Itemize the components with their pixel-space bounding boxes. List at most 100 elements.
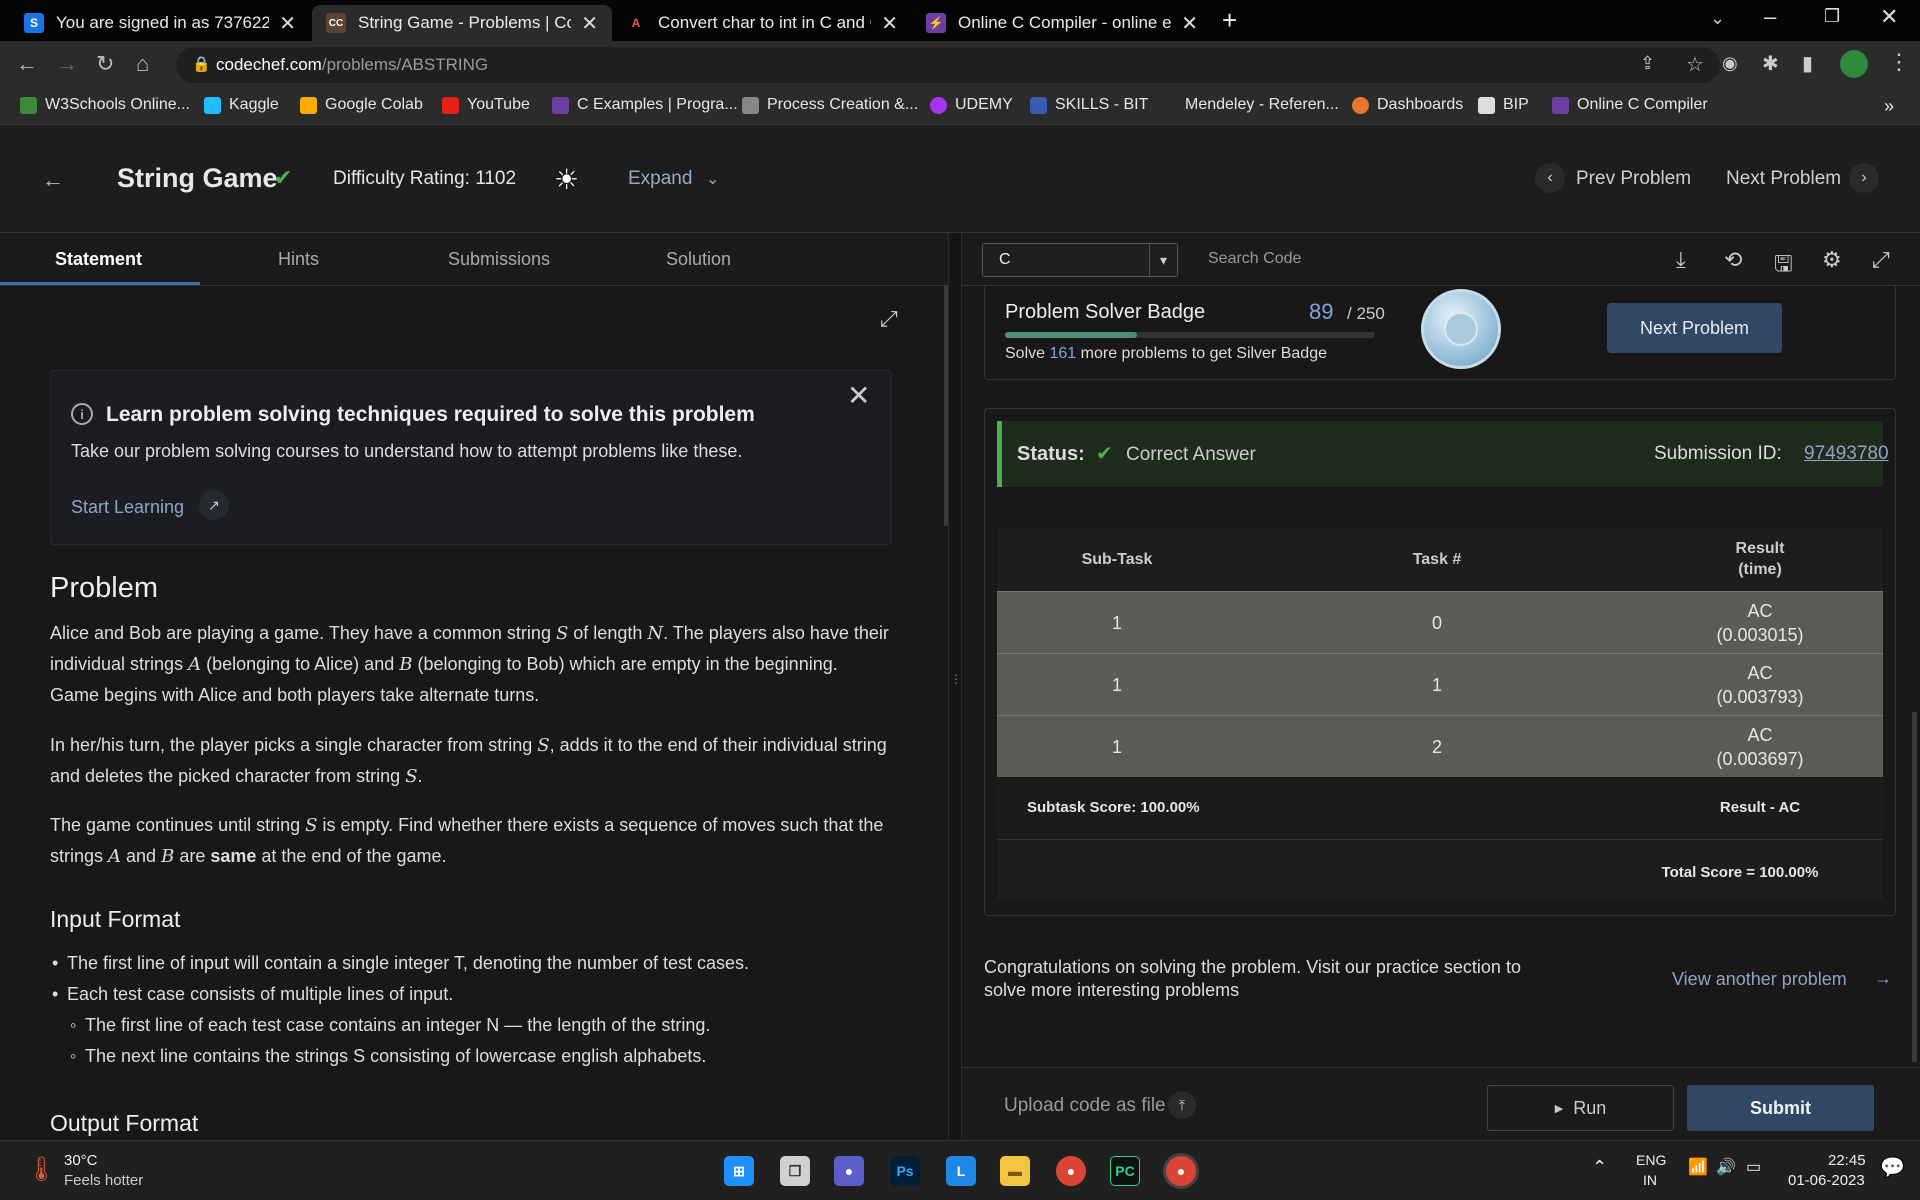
right-scrollbar[interactable] xyxy=(1912,712,1917,1062)
profile-avatar[interactable] xyxy=(1840,50,1868,78)
external-arrow-icon[interactable]: ↗ xyxy=(199,490,229,520)
restore-icon[interactable]: ❐ xyxy=(1824,6,1840,27)
l-app-icon[interactable]: L xyxy=(946,1156,976,1186)
close-icon[interactable]: ✕ xyxy=(847,379,870,412)
reset-code-icon[interactable]: ⟲ xyxy=(1724,247,1742,273)
clock-time[interactable]: 22:45 xyxy=(1828,1152,1866,1169)
reload-icon[interactable]: ↻ xyxy=(96,51,114,77)
expand-button[interactable]: Expand xyxy=(628,168,692,190)
start-learning-link[interactable]: Start Learning xyxy=(71,497,184,518)
puzzle-extensions-icon[interactable]: ✱ xyxy=(1762,51,1779,76)
submit-button[interactable]: Submit xyxy=(1687,1085,1874,1131)
chrome-profile-icon[interactable]: ● xyxy=(1166,1156,1196,1186)
side-panel-icon[interactable]: ▮ xyxy=(1802,51,1813,76)
view-another-problem-link[interactable]: View another problem xyxy=(1672,969,1847,990)
tray-chevron-up-icon[interactable]: ⌃ xyxy=(1592,1157,1607,1178)
col-result: Result xyxy=(1735,540,1785,557)
bookmark-item[interactable]: Dashboards xyxy=(1352,96,1463,114)
arrow-right-icon[interactable]: → xyxy=(1874,968,1892,989)
close-tab-icon[interactable]: ✕ xyxy=(881,11,898,36)
save-icon[interactable]: 🖫 xyxy=(1774,247,1793,285)
browser-tab[interactable]: S You are signed in as 7376222CB1 ✕ xyxy=(10,5,310,41)
browser-tab[interactable]: A Convert char to int in C and C++ ✕ xyxy=(612,5,912,41)
close-tab-icon[interactable]: ✕ xyxy=(279,11,296,36)
run-button[interactable]: ▶ Run xyxy=(1487,1085,1674,1131)
fullscreen-expand-icon[interactable]: ⤢ xyxy=(880,306,898,332)
close-window-icon[interactable]: ✕ xyxy=(1880,4,1898,30)
notification-icon[interactable]: 💬 xyxy=(1880,1155,1905,1180)
next-problem-link[interactable]: Next Problem xyxy=(1726,168,1841,190)
promo-text: Take our problem solving courses to unde… xyxy=(71,441,743,461)
extension-icon[interactable]: ◉ xyxy=(1722,53,1738,74)
bookmark-item[interactable]: YouTube xyxy=(442,96,530,114)
share-icon[interactable]: ⇪ xyxy=(1640,53,1655,74)
chevron-left-icon[interactable]: ‹ xyxy=(1535,163,1565,193)
windows-start-icon[interactable]: ⊞ xyxy=(724,1156,754,1186)
bookmark-item[interactable]: Process Creation &... xyxy=(742,96,918,114)
language-select[interactable]: C ▾ xyxy=(982,243,1178,277)
forward-icon[interactable]: → xyxy=(56,51,78,77)
bookmark-item[interactable]: SKILLS - BIT xyxy=(1030,96,1148,114)
more-bookmarks-icon[interactable]: » xyxy=(1884,96,1894,117)
back-arrow-icon[interactable]: ← xyxy=(42,167,64,193)
bookmark-item[interactable]: W3Schools Online... xyxy=(20,96,190,114)
next-problem-button[interactable]: Next Problem xyxy=(1607,303,1782,353)
upload-icon[interactable]: ⤒ xyxy=(1168,1091,1196,1119)
bookmark-star-icon[interactable]: ☆ xyxy=(1686,52,1704,77)
volume-icon[interactable]: 🔊 xyxy=(1716,1157,1736,1177)
wifi-icon[interactable]: 📶 xyxy=(1688,1157,1708,1177)
weather-temp[interactable]: 30°C xyxy=(64,1152,98,1169)
chat-icon[interactable]: ● xyxy=(834,1156,864,1186)
download-icon[interactable]: ⤓ xyxy=(1676,247,1686,273)
tab-submissions[interactable]: Submissions xyxy=(448,249,550,270)
prev-problem-button[interactable]: Prev Problem xyxy=(1576,168,1691,190)
home-icon[interactable]: ⌂ xyxy=(136,51,149,77)
browser-tab[interactable]: ⚡ Online C Compiler - online editor ✕ xyxy=(912,5,1212,41)
tab-hints[interactable]: Hints xyxy=(278,249,319,270)
weather-desc[interactable]: Feels hotter xyxy=(64,1172,143,1189)
upload-code-button[interactable]: Upload code as file xyxy=(1004,1095,1166,1117)
tab-favicon-icon: CC xyxy=(326,13,346,33)
settings-gear-icon[interactable]: ⚙ xyxy=(1822,247,1842,273)
tab-search-chevron-icon[interactable]: ⌄ xyxy=(1710,8,1725,29)
bookmark-item[interactable]: Kaggle xyxy=(204,96,279,114)
bookmark-item[interactable]: Google Colab xyxy=(300,96,423,114)
input-region[interactable]: IN xyxy=(1643,1172,1657,1188)
bookmark-item[interactable]: UDEMY xyxy=(930,96,1013,114)
panel-divider[interactable] xyxy=(948,233,962,1140)
browser-tab-active[interactable]: CC String Game - Problems | CodeCh ✕ xyxy=(312,5,612,41)
fullscreen-icon[interactable]: ⤢ xyxy=(1872,247,1890,273)
close-tab-icon[interactable]: ✕ xyxy=(1181,11,1198,36)
battery-icon[interactable]: ▭ xyxy=(1746,1157,1761,1177)
w3schools-icon xyxy=(20,96,37,114)
bookmark-item[interactable]: C Examples | Progra... xyxy=(552,96,738,114)
tab-solution[interactable]: Solution xyxy=(666,249,731,270)
chevron-down-icon[interactable]: ⌄ xyxy=(706,169,719,189)
programiz-icon xyxy=(1552,96,1569,114)
clock-date[interactable]: 01-06-2023 xyxy=(1788,1172,1865,1189)
input-language[interactable]: ENG xyxy=(1636,1152,1666,1168)
bullet-dot: • xyxy=(52,984,59,1004)
pycharm-icon[interactable]: PC xyxy=(1110,1156,1140,1186)
theme-toggle-sun-icon[interactable]: ☀ xyxy=(554,163,579,196)
task-view-icon[interactable]: ❐ xyxy=(780,1156,810,1186)
browser-menu-icon[interactable]: ⋮ xyxy=(1888,49,1910,75)
file-explorer-icon[interactable]: ▬ xyxy=(1000,1156,1030,1186)
tab-statement[interactable]: Statement xyxy=(55,249,142,270)
dropdown-caret-icon[interactable]: ▾ xyxy=(1149,244,1177,276)
photoshop-icon[interactable]: Ps xyxy=(890,1156,920,1186)
new-tab-icon[interactable]: + xyxy=(1222,5,1237,36)
bookmark-item[interactable]: Mendeley - Referen... xyxy=(1160,96,1339,114)
cell-task: 2 xyxy=(1431,737,1442,757)
chrome-icon[interactable]: ● xyxy=(1056,1156,1086,1186)
bookmark-item[interactable]: BIP xyxy=(1478,96,1529,114)
url-input[interactable]: 🔒 codechef.com/problems/ABSTRING ⇪ ☆ xyxy=(176,47,1720,83)
chevron-right-icon[interactable]: › xyxy=(1849,163,1879,193)
back-icon[interactable]: ← xyxy=(16,51,38,77)
badge-total: / 250 xyxy=(1347,304,1385,323)
close-tab-icon[interactable]: ✕ xyxy=(581,11,598,36)
search-code-input[interactable]: Search Code xyxy=(1208,250,1301,268)
minimize-icon[interactable]: – xyxy=(1764,4,1776,30)
submission-id-link[interactable]: 97493780 xyxy=(1804,443,1889,465)
bookmark-item[interactable]: Online C Compiler xyxy=(1552,96,1708,114)
